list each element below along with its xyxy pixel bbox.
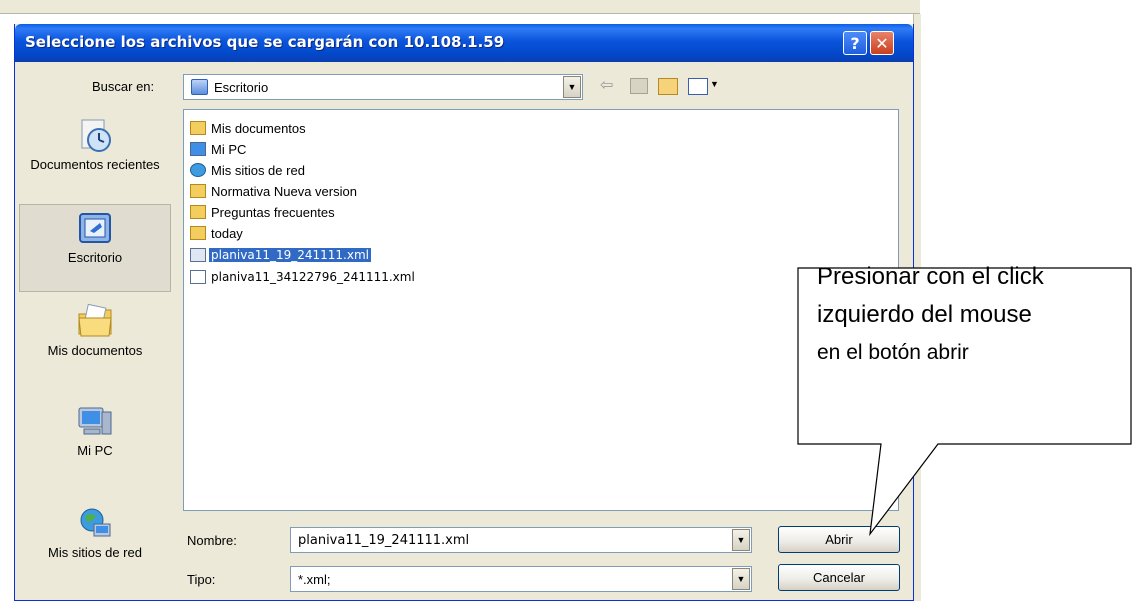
callout-line: en el botón abrir [817, 341, 969, 364]
callout-line: izquierdo del mouse [817, 301, 1032, 328]
callout-text: Presionar con el click izquierdo del mou… [817, 258, 1113, 372]
callout-line: Presionar con el click [817, 263, 1044, 290]
